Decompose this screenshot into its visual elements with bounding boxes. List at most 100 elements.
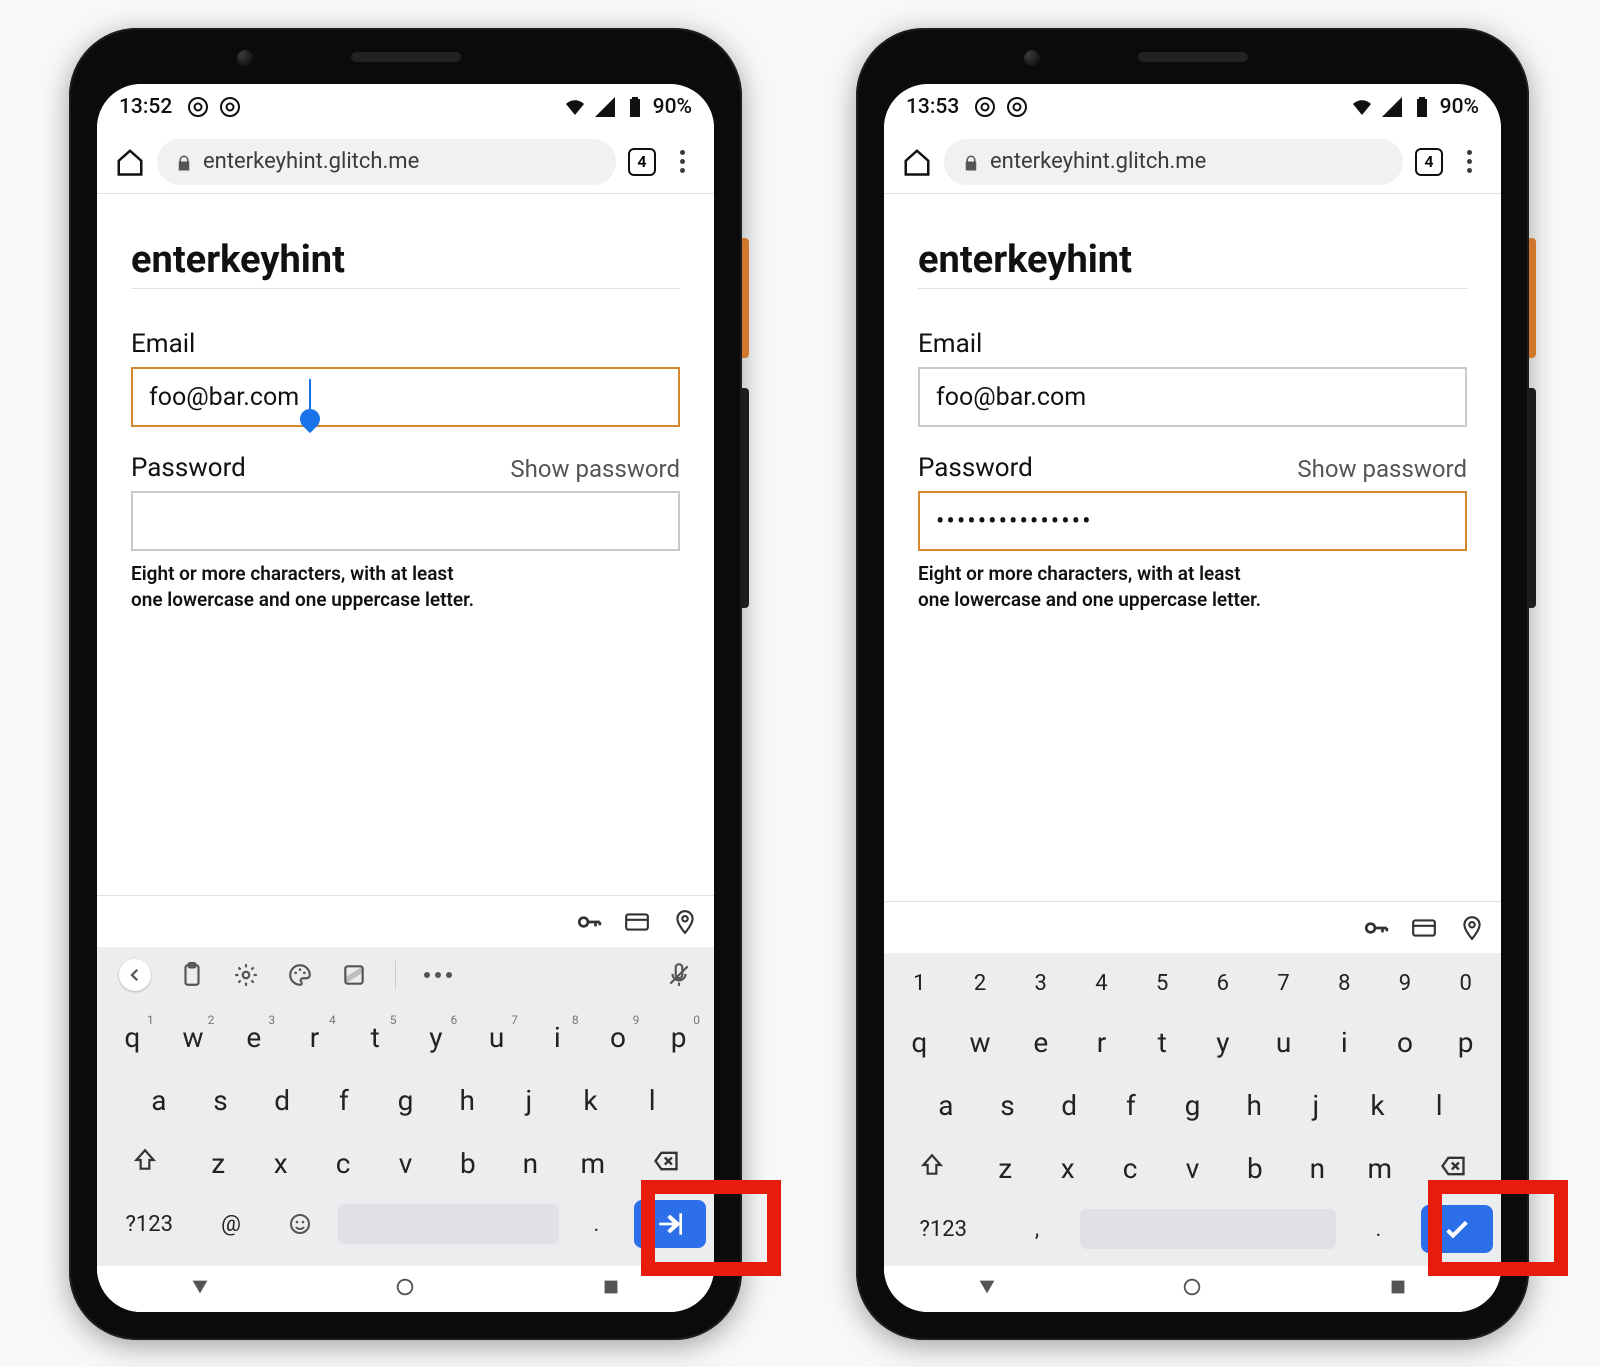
- key-n[interactable]: n: [502, 1135, 558, 1194]
- key-y[interactable]: y: [1196, 1014, 1251, 1071]
- address-bar[interactable]: enterkeyhint.glitch.me: [944, 139, 1403, 185]
- key-x[interactable]: x: [252, 1135, 308, 1194]
- key-b[interactable]: b: [1227, 1140, 1283, 1199]
- key-l[interactable]: l: [624, 1072, 680, 1129]
- key-t[interactable]: t: [1135, 1014, 1190, 1071]
- nav-home-icon[interactable]: [394, 1276, 416, 1302]
- symbols-key[interactable]: ?123: [105, 1200, 193, 1254]
- key-s[interactable]: s: [980, 1077, 1036, 1134]
- key-i[interactable]: i: [530, 1009, 585, 1066]
- key-m[interactable]: m: [1352, 1140, 1408, 1199]
- overflow-menu-icon[interactable]: [668, 148, 696, 176]
- key-r[interactable]: r: [1074, 1014, 1129, 1071]
- tabs-button[interactable]: 4: [628, 148, 656, 176]
- key-f[interactable]: f: [1103, 1077, 1159, 1134]
- location-icon[interactable]: [672, 909, 698, 935]
- key-f[interactable]: f: [316, 1072, 372, 1129]
- key-o[interactable]: o: [1378, 1014, 1433, 1071]
- nav-back-icon[interactable]: [976, 1276, 998, 1302]
- key-5[interactable]: 5: [1135, 959, 1190, 1008]
- key-r[interactable]: r: [287, 1009, 342, 1066]
- show-password-link[interactable]: Show password: [510, 455, 680, 483]
- space-key[interactable]: [338, 1204, 559, 1244]
- show-password-link[interactable]: Show password: [1297, 455, 1467, 483]
- key-e[interactable]: e: [226, 1009, 281, 1066]
- key-0[interactable]: 0: [1438, 959, 1493, 1008]
- onehanded-icon[interactable]: [341, 962, 367, 988]
- emoji-key[interactable]: [269, 1200, 332, 1254]
- key-b[interactable]: b: [440, 1135, 496, 1194]
- enter-done-key[interactable]: [1421, 1205, 1493, 1253]
- key-z[interactable]: z: [977, 1140, 1033, 1199]
- shift-key[interactable]: [105, 1135, 184, 1194]
- key-q[interactable]: q: [105, 1009, 160, 1066]
- key-h[interactable]: h: [439, 1072, 495, 1129]
- overflow-menu-icon[interactable]: [1455, 148, 1483, 176]
- key-8[interactable]: 8: [1317, 959, 1372, 1008]
- key-c[interactable]: c: [315, 1135, 371, 1194]
- comma-key[interactable]: ,: [1000, 1205, 1073, 1254]
- location-icon[interactable]: [1459, 915, 1485, 941]
- key-2[interactable]: 2: [953, 959, 1008, 1008]
- key-g[interactable]: g: [378, 1072, 434, 1129]
- key-p[interactable]: p: [1438, 1014, 1493, 1071]
- space-key[interactable]: [1080, 1209, 1336, 1249]
- key-o[interactable]: o: [591, 1009, 646, 1066]
- key-a[interactable]: a: [131, 1072, 187, 1129]
- backspace-key[interactable]: [1414, 1140, 1493, 1199]
- key-w[interactable]: w: [953, 1014, 1008, 1071]
- key-l[interactable]: l: [1411, 1077, 1467, 1134]
- key-g[interactable]: g: [1165, 1077, 1221, 1134]
- key-m[interactable]: m: [565, 1135, 621, 1194]
- shift-key[interactable]: [892, 1140, 971, 1199]
- key-j[interactable]: j: [1288, 1077, 1344, 1134]
- key-9[interactable]: 9: [1378, 959, 1433, 1008]
- key-v[interactable]: v: [1164, 1140, 1220, 1199]
- period-key[interactable]: .: [1342, 1205, 1415, 1254]
- key-k[interactable]: k: [563, 1072, 619, 1129]
- key-t[interactable]: t: [348, 1009, 403, 1066]
- key-y[interactable]: y: [409, 1009, 464, 1066]
- chevron-left-icon[interactable]: [119, 959, 151, 991]
- key-n[interactable]: n: [1289, 1140, 1345, 1199]
- at-key[interactable]: @: [199, 1200, 262, 1254]
- symbols-key[interactable]: ?123: [892, 1205, 994, 1254]
- gear-icon[interactable]: [233, 962, 259, 988]
- key-a[interactable]: a: [918, 1077, 974, 1134]
- home-icon[interactable]: [902, 147, 932, 177]
- key-e[interactable]: e: [1013, 1014, 1068, 1071]
- key-u[interactable]: u: [469, 1009, 524, 1066]
- clipboard-icon[interactable]: [179, 962, 205, 988]
- key-u[interactable]: u: [1256, 1014, 1311, 1071]
- key-6[interactable]: 6: [1196, 959, 1251, 1008]
- key-q[interactable]: q: [892, 1014, 947, 1071]
- key-h[interactable]: h: [1226, 1077, 1282, 1134]
- tabs-button[interactable]: 4: [1415, 148, 1443, 176]
- key-icon[interactable]: [576, 909, 602, 935]
- key-c[interactable]: c: [1102, 1140, 1158, 1199]
- key-w[interactable]: w: [166, 1009, 221, 1066]
- key-k[interactable]: k: [1350, 1077, 1406, 1134]
- mic-off-icon[interactable]: [666, 962, 692, 988]
- key-d[interactable]: d: [1041, 1077, 1097, 1134]
- key-z[interactable]: z: [190, 1135, 246, 1194]
- nav-home-icon[interactable]: [1181, 1276, 1203, 1302]
- nav-recent-icon[interactable]: [600, 1276, 622, 1302]
- key-v[interactable]: v: [377, 1135, 433, 1194]
- key-j[interactable]: j: [501, 1072, 557, 1129]
- key-x[interactable]: x: [1039, 1140, 1095, 1199]
- home-icon[interactable]: [115, 147, 145, 177]
- backspace-key[interactable]: [627, 1135, 706, 1194]
- key-d[interactable]: d: [254, 1072, 310, 1129]
- address-bar[interactable]: enterkeyhint.glitch.me: [157, 139, 616, 185]
- card-icon[interactable]: [624, 909, 650, 935]
- key-icon[interactable]: [1363, 915, 1389, 941]
- nav-back-icon[interactable]: [189, 1276, 211, 1302]
- period-key[interactable]: .: [565, 1200, 628, 1254]
- key-4[interactable]: 4: [1074, 959, 1129, 1008]
- password-field[interactable]: [918, 491, 1467, 551]
- key-1[interactable]: 1: [892, 959, 947, 1008]
- nav-recent-icon[interactable]: [1387, 1276, 1409, 1302]
- email-field[interactable]: [918, 367, 1467, 427]
- more-icon[interactable]: [424, 972, 452, 978]
